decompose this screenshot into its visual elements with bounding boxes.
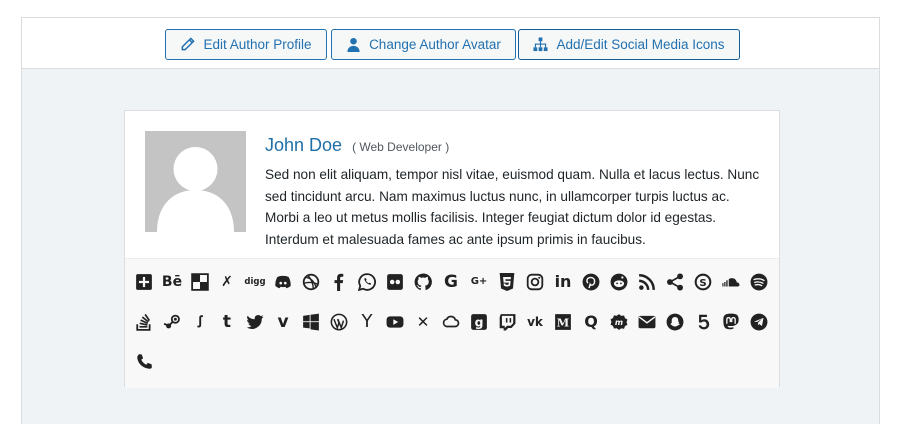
deviantart-icon[interactable]: ✗ bbox=[216, 271, 238, 293]
svg-text:S: S bbox=[699, 278, 706, 289]
author-box-panel: Edit Author Profile Change Author Avatar… bbox=[21, 17, 880, 424]
author-role: ( Web Developer ) bbox=[352, 140, 450, 154]
flickr-icon[interactable] bbox=[384, 271, 406, 293]
wordpress-icon[interactable] bbox=[328, 311, 350, 333]
stumbleupon-icon[interactable]: ꭍ bbox=[189, 311, 211, 333]
mixcloud-icon[interactable] bbox=[440, 311, 462, 333]
author-name[interactable]: John Doe bbox=[265, 135, 342, 156]
rss-icon[interactable] bbox=[636, 271, 658, 293]
soundcloud-icon[interactable] bbox=[720, 271, 742, 293]
yahoo-icon[interactable]: Y bbox=[356, 311, 378, 333]
instagram-icon[interactable] bbox=[524, 271, 546, 293]
author-bio: Sed non elit aliquam, tempor nisl vitae,… bbox=[265, 167, 760, 247]
youtube-icon[interactable] bbox=[384, 311, 406, 333]
delicious-icon[interactable] bbox=[189, 271, 211, 293]
toolbar: Edit Author Profile Change Author Avatar… bbox=[22, 18, 879, 69]
google-icon[interactable]: G bbox=[440, 271, 462, 293]
pencil-icon bbox=[182, 37, 196, 51]
facebook-icon[interactable] bbox=[328, 271, 350, 293]
discord-icon[interactable] bbox=[272, 271, 294, 293]
sitemap-icon bbox=[533, 37, 548, 52]
twitter-icon[interactable] bbox=[244, 311, 266, 333]
edit-author-profile-label: Edit Author Profile bbox=[203, 37, 312, 52]
email-icon[interactable] bbox=[636, 311, 658, 333]
meetup-icon[interactable]: m bbox=[608, 311, 630, 333]
phone-icon[interactable] bbox=[133, 351, 155, 373]
whatsapp-icon[interactable] bbox=[356, 271, 378, 293]
share-icon[interactable] bbox=[664, 271, 686, 293]
edit-author-profile-button[interactable]: Edit Author Profile bbox=[165, 29, 327, 60]
mastodon-icon[interactable] bbox=[720, 311, 742, 333]
change-author-avatar-button[interactable]: Change Author Avatar bbox=[331, 29, 516, 60]
reddit-icon[interactable] bbox=[608, 271, 630, 293]
behance-icon[interactable]: Bē bbox=[161, 271, 183, 293]
svg-text:g: g bbox=[475, 316, 484, 330]
spotify-icon[interactable] bbox=[748, 271, 770, 293]
google-plus-icon[interactable]: G+ bbox=[468, 271, 490, 293]
quora-icon[interactable]: Q bbox=[580, 311, 602, 333]
skype-icon[interactable]: S bbox=[692, 271, 714, 293]
default-avatar-icon bbox=[145, 131, 246, 232]
svg-text:M: M bbox=[557, 316, 569, 330]
stack-overflow-icon[interactable] bbox=[133, 311, 155, 333]
change-author-avatar-label: Change Author Avatar bbox=[369, 37, 501, 52]
digg-icon[interactable]: digg bbox=[244, 271, 266, 293]
html5-icon[interactable] bbox=[496, 271, 518, 293]
svg-text:m: m bbox=[615, 318, 623, 327]
pinterest-icon[interactable] bbox=[580, 271, 602, 293]
windows-icon[interactable] bbox=[300, 311, 322, 333]
steam-icon[interactable] bbox=[161, 311, 183, 333]
telegram-icon[interactable] bbox=[748, 311, 770, 333]
avatar[interactable] bbox=[145, 131, 246, 232]
add-edit-social-icons-button[interactable]: Add/Edit Social Media Icons bbox=[518, 29, 740, 60]
vimeo-icon[interactable]: v bbox=[272, 311, 294, 333]
social-icons-bar: Bē ✗ digg G G+ in S ꭍ t v Y ✕ g vk M Q m bbox=[125, 258, 779, 388]
xing-icon[interactable]: ✕ bbox=[412, 311, 434, 333]
author-heading: John Doe ( Web Developer ) bbox=[265, 135, 449, 156]
linkedin-icon[interactable]: in bbox=[552, 271, 574, 293]
user-icon bbox=[347, 37, 360, 52]
add-edit-social-icons-label: Add/Edit Social Media Icons bbox=[556, 37, 725, 52]
author-card: John Doe ( Web Developer ) Sed non elit … bbox=[124, 110, 780, 388]
dribbble-icon[interactable] bbox=[300, 271, 322, 293]
twitch-icon[interactable] bbox=[496, 311, 518, 333]
medium-icon[interactable]: M bbox=[552, 311, 574, 333]
goodreads-icon[interactable]: g bbox=[468, 311, 490, 333]
500px-icon[interactable] bbox=[692, 311, 714, 333]
tumblr-icon[interactable]: t bbox=[216, 311, 238, 333]
vk-icon[interactable]: vk bbox=[524, 311, 546, 333]
plus-square-icon[interactable] bbox=[133, 271, 155, 293]
snapchat-icon[interactable] bbox=[664, 311, 686, 333]
github-icon[interactable] bbox=[412, 271, 434, 293]
